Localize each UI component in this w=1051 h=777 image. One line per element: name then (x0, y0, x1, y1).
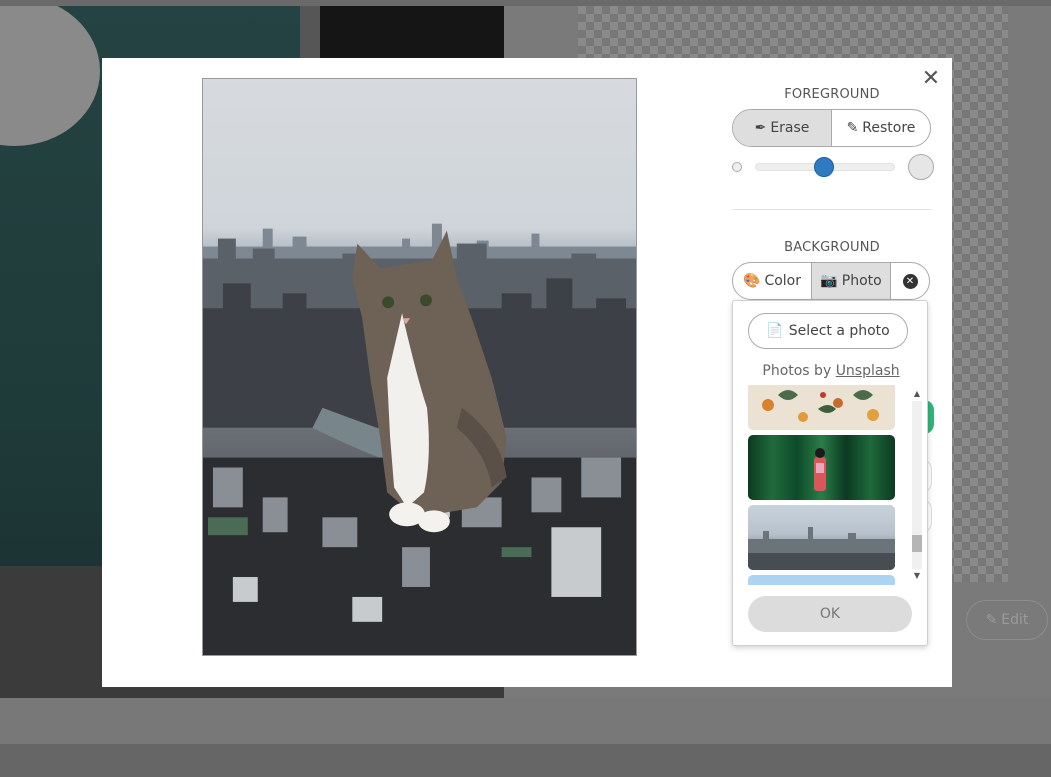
thumbnail-scrollbar[interactable]: ▲ ▼ (910, 387, 924, 583)
erase-button-label: Erase (770, 120, 810, 136)
background-footer (0, 744, 1051, 777)
brush-small-indicator (732, 162, 742, 172)
photo-thumbnail-list[interactable] (748, 385, 913, 585)
brush-size-slider[interactable] (730, 154, 935, 180)
photo-button-label: Photo (841, 273, 882, 289)
photo-picker-popup: 📄 Select a photo Photos by Unsplash ▲ ▼ … (732, 300, 928, 646)
pencil-icon: ✎ (985, 612, 998, 628)
image-preview[interactable] (202, 78, 637, 656)
photo-thumbnail[interactable] (748, 435, 895, 500)
remove-background-button[interactable]: ✕ (891, 263, 929, 299)
photos-credit: Photos by Unsplash (762, 363, 900, 379)
color-button-label: Color (764, 273, 801, 289)
foreground-mode-toggle: ✒ Erase ✎ Restore (732, 109, 931, 147)
unsplash-link[interactable]: Unsplash (836, 363, 900, 379)
photo-thumbnail[interactable] (748, 575, 895, 585)
scroll-down-arrow-icon[interactable]: ▼ (910, 569, 924, 583)
photo-thumbnail[interactable] (748, 385, 895, 430)
city-skyline-image (203, 223, 636, 655)
color-button[interactable]: 🎨 Color (733, 263, 812, 299)
scroll-thumb[interactable] (912, 535, 922, 552)
photo-thumbnail[interactable] (748, 505, 895, 570)
select-photo-label: Select a photo (788, 323, 890, 339)
brush-large-indicator (908, 154, 934, 180)
foreground-title: FOREGROUND (784, 87, 880, 102)
background-title: BACKGROUND (784, 240, 880, 255)
file-upload-icon: 📄 (766, 323, 784, 339)
palette-icon: 🎨 (743, 273, 761, 289)
camera-icon: 📷 (820, 273, 838, 289)
ok-button[interactable]: OK (748, 596, 912, 632)
background-mode-toggle: 🎨 Color 📷 Photo ✕ (732, 262, 930, 300)
edit-button-label: Edit (1001, 612, 1029, 628)
eraser-icon: ✒ (754, 120, 767, 136)
photo-button[interactable]: 📷 Photo (812, 263, 891, 299)
restore-button[interactable]: ✎ Restore (832, 110, 930, 146)
restore-button-label: Restore (862, 120, 916, 136)
background-editor-modal: ✕ FOREGROUND ✒ Erase ✎ Restore BACKGROUN… (102, 58, 952, 687)
scroll-up-arrow-icon[interactable]: ▲ (910, 387, 924, 401)
select-photo-button[interactable]: 📄 Select a photo (748, 313, 908, 349)
pencil-icon: ✎ (846, 120, 859, 136)
erase-button[interactable]: ✒ Erase (733, 110, 832, 146)
edit-button[interactable]: ✎ Edit (966, 600, 1048, 640)
remove-circle-icon: ✕ (902, 273, 918, 289)
section-divider (732, 209, 932, 210)
brush-size-thumb[interactable] (813, 157, 834, 177)
